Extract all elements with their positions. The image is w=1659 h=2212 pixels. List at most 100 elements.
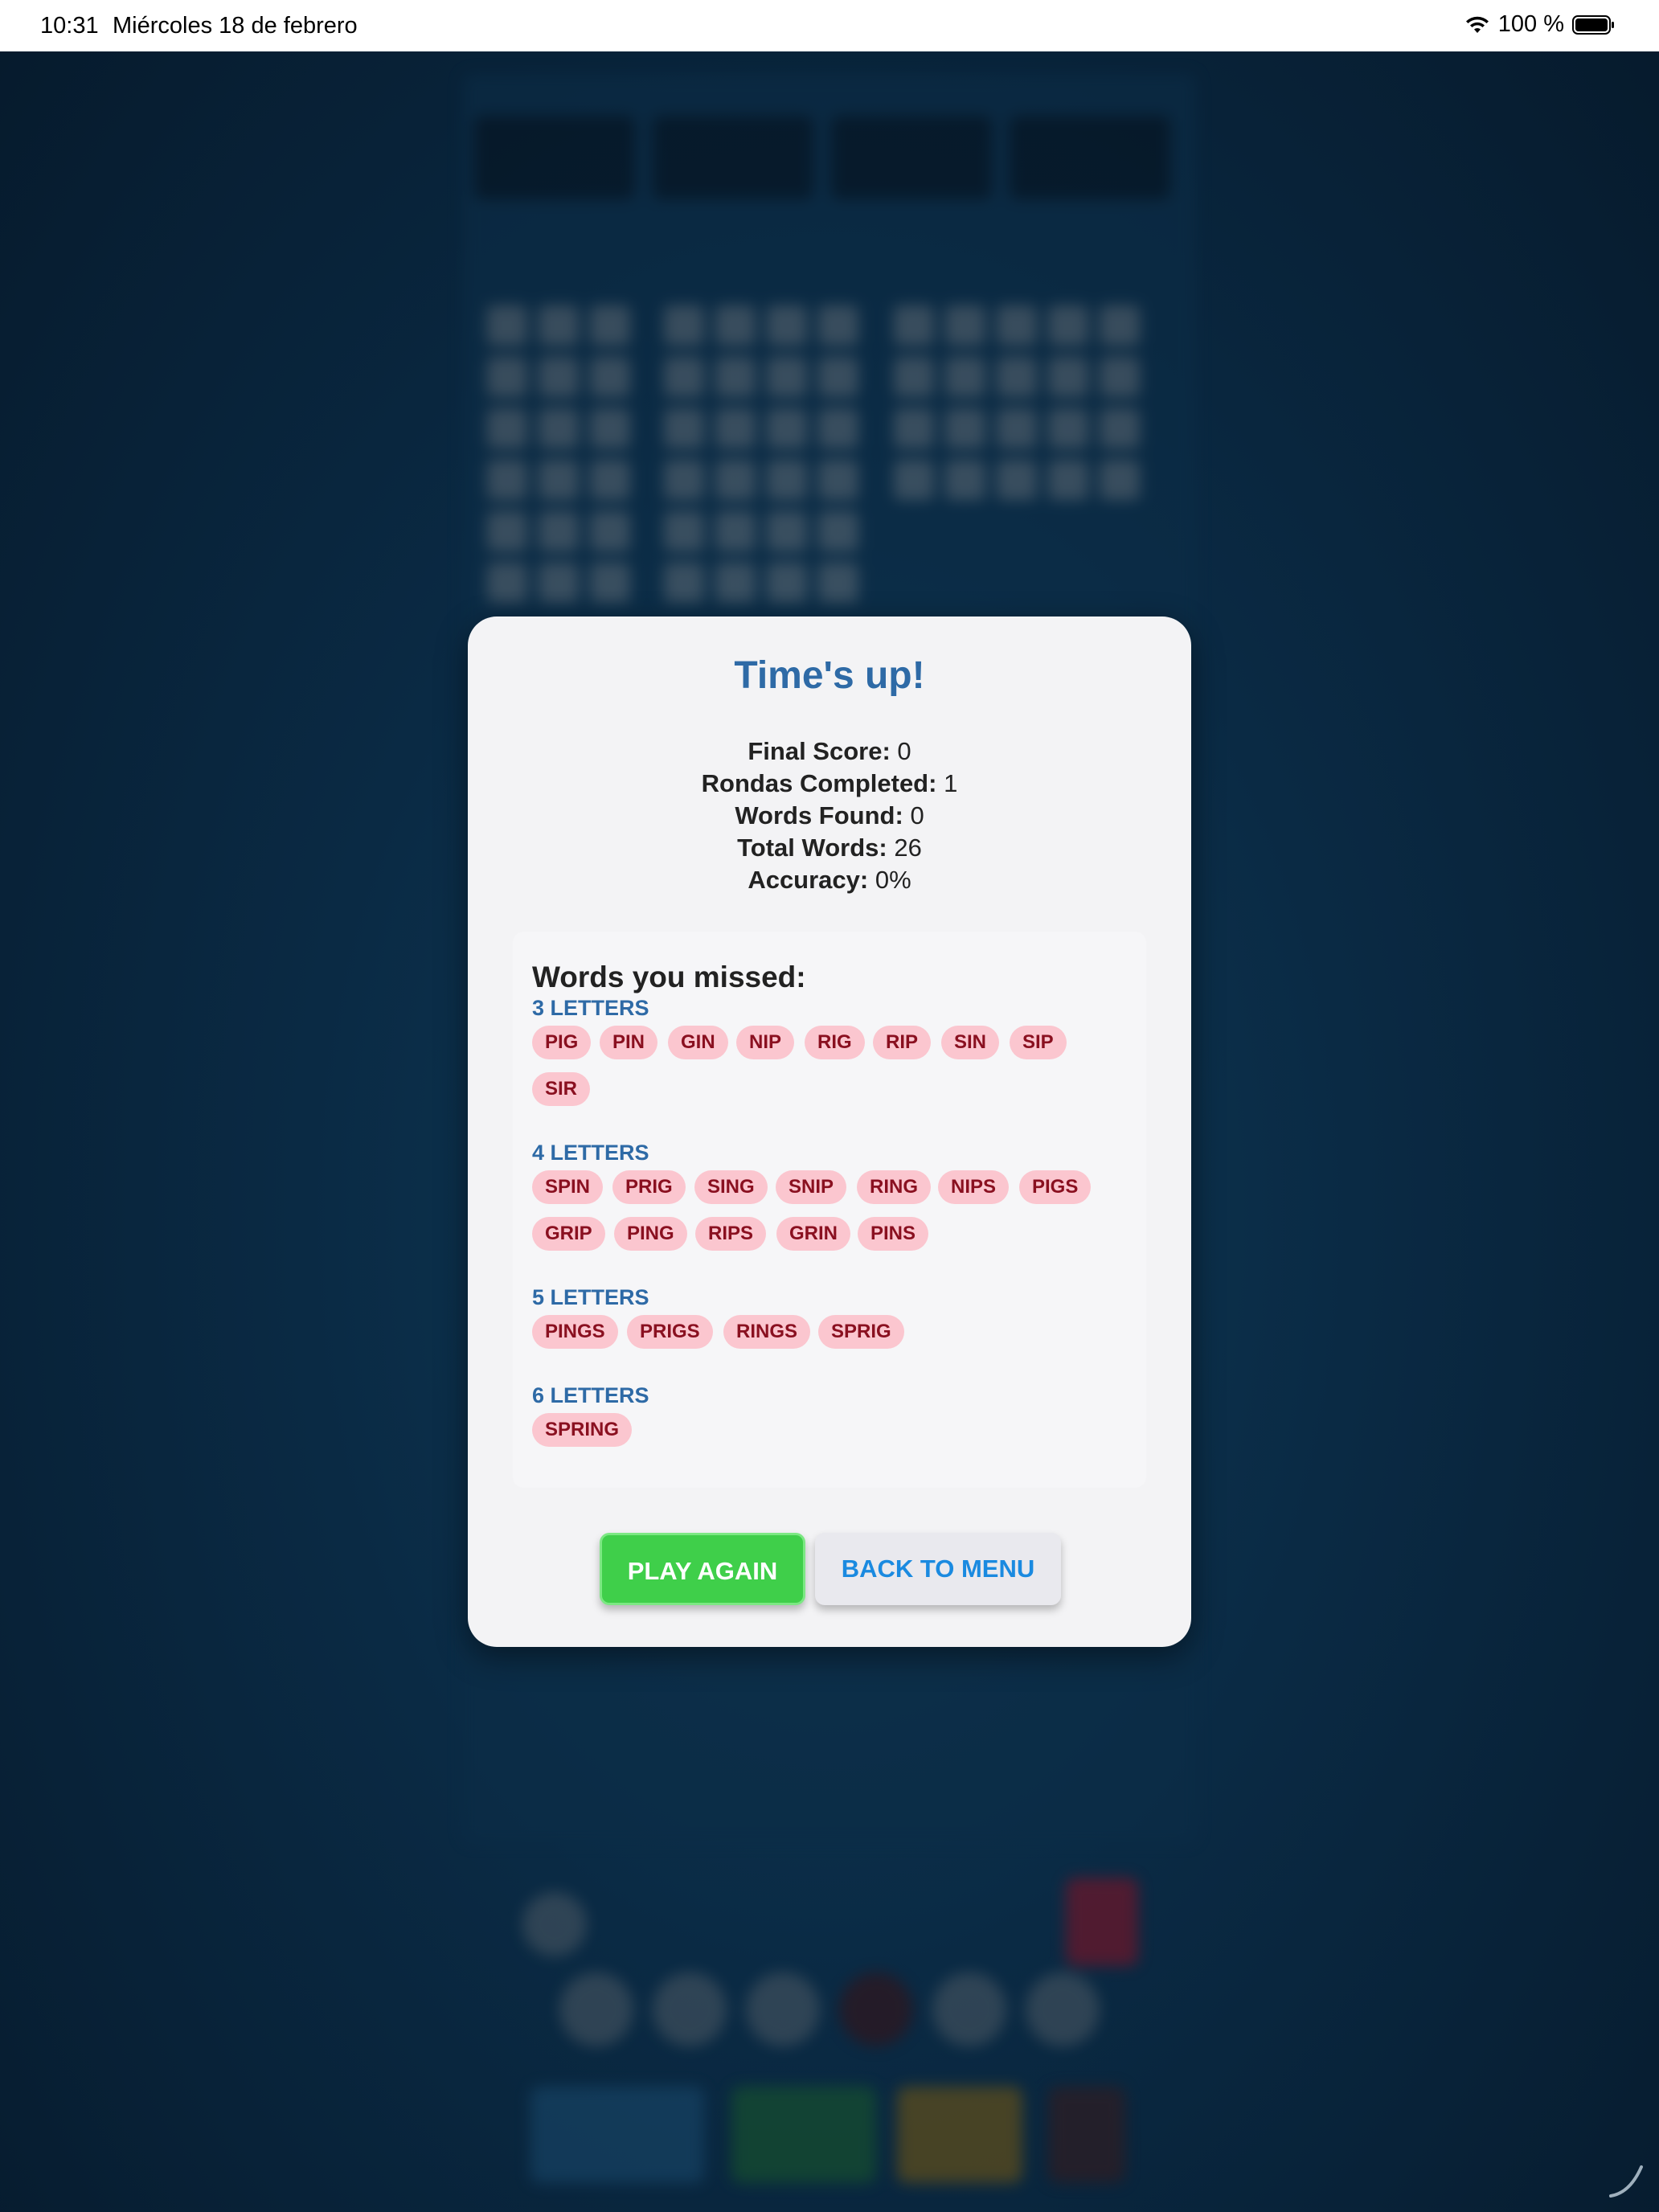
grid-cell bbox=[945, 357, 985, 397]
grid-cell bbox=[487, 357, 527, 397]
pause-button-bg bbox=[1048, 2087, 1125, 2183]
grid-cell bbox=[767, 305, 807, 346]
missed-word-chip: SPRIG bbox=[818, 1315, 904, 1349]
missed-word-chip: SIN bbox=[941, 1026, 1000, 1059]
stat-value: 26 bbox=[894, 834, 922, 862]
grid-cell bbox=[1100, 460, 1140, 500]
grid-cell bbox=[715, 408, 756, 449]
time-box bbox=[653, 116, 813, 199]
missed-word-chip: SIR bbox=[532, 1072, 591, 1106]
back-to-menu-button[interactable]: BACK TO MENU bbox=[815, 1533, 1061, 1605]
missed-word-chip: GRIP bbox=[532, 1217, 605, 1251]
stat-accuracy: Accuracy: 0% bbox=[468, 864, 1191, 896]
play-again-button[interactable]: PLAY AGAIN bbox=[600, 1533, 805, 1605]
grid-cell bbox=[487, 563, 527, 603]
grid-cell bbox=[818, 511, 858, 551]
stat-label: Words Found: bbox=[735, 801, 903, 830]
grid-cell bbox=[590, 357, 630, 397]
round-box bbox=[831, 116, 992, 199]
stat-words-found: Words Found: 0 bbox=[468, 800, 1191, 832]
results-modal: Time's up! Final Score: 0 Rondas Complet… bbox=[468, 616, 1191, 1647]
grid-cell bbox=[590, 305, 630, 346]
missed-word-chip: PINS bbox=[858, 1217, 929, 1251]
missed-word-chip: PINGS bbox=[532, 1315, 618, 1349]
stat-value: 0 bbox=[897, 737, 911, 765]
grid-cell bbox=[715, 563, 756, 603]
grid-cell bbox=[1048, 408, 1088, 449]
grid-cell bbox=[590, 563, 630, 603]
grid-cell bbox=[767, 357, 807, 397]
stat-total-words: Total Words: 26 bbox=[468, 832, 1191, 864]
grid-cell bbox=[767, 511, 807, 551]
grid-cell bbox=[590, 511, 630, 551]
missed-word-chip: SPRING bbox=[532, 1413, 633, 1447]
grid-cell bbox=[997, 357, 1037, 397]
missed-word-chip: PING bbox=[614, 1217, 687, 1251]
grid-cell bbox=[894, 408, 934, 449]
grid-cell bbox=[715, 357, 756, 397]
stat-label: Rondas Completed: bbox=[701, 769, 937, 797]
grid-cell bbox=[1048, 357, 1088, 397]
grid-cell bbox=[590, 460, 630, 500]
grid-cell bbox=[664, 460, 704, 500]
stat-value: 1 bbox=[944, 769, 958, 797]
enter-button-bg bbox=[731, 2087, 876, 2183]
stat-label: Final Score: bbox=[748, 737, 891, 765]
grid-cell bbox=[715, 511, 756, 551]
battery-percent: 100 % bbox=[1497, 11, 1564, 37]
grid-cell bbox=[487, 408, 527, 449]
group-label-5-letters: 5 LETTERS bbox=[532, 1285, 649, 1309]
status-indicators: 100 % bbox=[1464, 11, 1616, 38]
battery-icon bbox=[1572, 14, 1614, 35]
missed-word-chip: RING bbox=[857, 1170, 931, 1204]
stat-label: Total Words: bbox=[737, 834, 887, 862]
grid-cell bbox=[818, 408, 858, 449]
shuffle-button-bg bbox=[530, 2087, 704, 2183]
grid-cell bbox=[590, 408, 630, 449]
grid-cell bbox=[539, 460, 579, 500]
letter-tile bbox=[1026, 1972, 1100, 2046]
stats-list: Final Score: 0 Rondas Completed: 1 Words… bbox=[468, 735, 1191, 896]
grid-cell bbox=[767, 460, 807, 500]
grid-cell bbox=[767, 563, 807, 603]
grid-cell bbox=[818, 563, 858, 603]
missed-word-chip: PRIG bbox=[612, 1170, 686, 1204]
missed-word-chip: GRIN bbox=[776, 1217, 850, 1251]
stat-value: 0% bbox=[875, 866, 911, 894]
missed-word-chip: PIN bbox=[600, 1026, 658, 1059]
stat-final-score: Final Score: 0 bbox=[468, 735, 1191, 768]
grid-cell bbox=[767, 408, 807, 449]
letter-tile bbox=[932, 1972, 1006, 2046]
wifi-icon bbox=[1465, 16, 1489, 33]
corner-gesture-icon bbox=[1609, 2165, 1643, 2198]
stat-value: 0 bbox=[910, 801, 924, 830]
missed-word-chip: RIPS bbox=[695, 1217, 767, 1251]
group-label-6-letters: 6 LETTERS bbox=[532, 1383, 649, 1407]
grid-cell bbox=[664, 511, 704, 551]
grid-cell bbox=[894, 357, 934, 397]
grid-cell bbox=[945, 408, 985, 449]
missed-word-chip: RINGS bbox=[723, 1315, 811, 1349]
clear-button-bg bbox=[1066, 1878, 1138, 1966]
words-box bbox=[1010, 116, 1170, 199]
grid-cell bbox=[664, 563, 704, 603]
modal-title: Time's up! bbox=[734, 654, 925, 697]
missed-word-chip: PIGS bbox=[1019, 1170, 1092, 1204]
grid-cell bbox=[945, 305, 985, 346]
letter-tile bbox=[653, 1972, 727, 2046]
stat-label: Accuracy: bbox=[748, 866, 869, 894]
status-bar: 10:31 Miércoles 18 de febrero 100 % bbox=[0, 0, 1659, 51]
missed-word-chip: NIPS bbox=[938, 1170, 1010, 1204]
grid-cell bbox=[539, 511, 579, 551]
grid-cell bbox=[997, 305, 1037, 346]
grid-cell bbox=[715, 460, 756, 500]
grid-cell bbox=[715, 305, 756, 346]
grid-cell bbox=[664, 305, 704, 346]
grid-cell bbox=[818, 357, 858, 397]
grid-cell bbox=[1048, 305, 1088, 346]
grid-cell bbox=[818, 460, 858, 500]
hint-button-bg bbox=[897, 2087, 1022, 2183]
letter-tile bbox=[839, 1972, 913, 2046]
grid-cell bbox=[818, 305, 858, 346]
missed-word-chip: PRIGS bbox=[627, 1315, 713, 1349]
